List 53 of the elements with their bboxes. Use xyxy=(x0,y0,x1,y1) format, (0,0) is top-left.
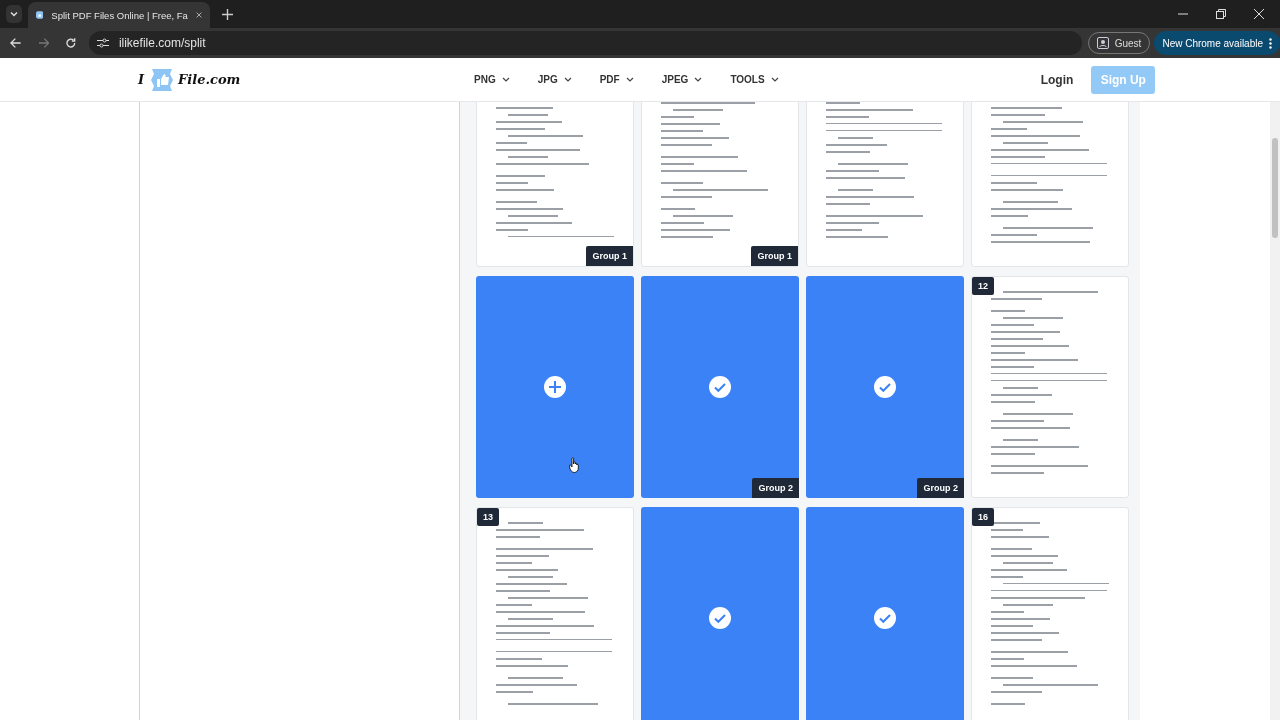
site-settings-icon[interactable] xyxy=(96,38,109,48)
group-badge: Group 1 xyxy=(586,246,633,266)
page-number-badge: 12 xyxy=(972,277,994,295)
checkmark-icon xyxy=(874,376,896,398)
reload-icon[interactable] xyxy=(65,37,77,49)
checkmark-icon xyxy=(709,376,731,398)
selected-page-card[interactable]: Group 2 xyxy=(806,276,964,498)
forward-icon[interactable] xyxy=(37,37,50,49)
new-tab-icon[interactable] xyxy=(222,8,233,20)
nav-menu-item[interactable]: JPG xyxy=(537,74,572,85)
more-icon xyxy=(1269,37,1272,49)
selected-page-card[interactable]: Group 2 xyxy=(641,276,799,498)
hand-cursor-icon xyxy=(569,457,581,473)
close-icon[interactable] xyxy=(195,10,202,20)
person-icon xyxy=(1096,37,1109,49)
chevron-down-icon xyxy=(501,77,510,82)
plus-icon[interactable] xyxy=(544,376,566,398)
tab-list-button[interactable] xyxy=(6,5,22,23)
chevron-down-icon xyxy=(625,77,634,82)
nav-menu-item[interactable]: PDF xyxy=(599,74,634,85)
favicon-icon xyxy=(36,9,44,21)
update-button[interactable]: New Chrome available xyxy=(1154,31,1280,55)
group-badge: Group 2 xyxy=(752,478,799,498)
page-card[interactable]: 16 xyxy=(971,507,1129,720)
address-field[interactable]: ilikefile.com/split xyxy=(88,31,1082,55)
login-link[interactable]: Login xyxy=(1040,72,1074,87)
page-number-badge: 16 xyxy=(972,508,994,526)
scrollbar[interactable] xyxy=(1270,102,1280,720)
page-card[interactable]: Group 1 xyxy=(641,102,799,267)
page-number-badge: 13 xyxy=(477,508,499,526)
chevron-down-icon xyxy=(770,77,779,82)
restore-icon[interactable] xyxy=(1216,9,1226,19)
nav-menu-item[interactable]: PNG xyxy=(474,74,510,85)
nav-menu-item[interactable]: JPEG xyxy=(661,74,703,85)
chevron-down-icon xyxy=(694,77,703,82)
group-badge: Group 1 xyxy=(751,246,798,266)
page-card[interactable]: Group 1 xyxy=(476,102,634,267)
chevron-down-icon xyxy=(563,77,572,82)
nav-menu-item[interactable]: TOOLS xyxy=(730,74,779,85)
checkmark-icon xyxy=(874,607,896,629)
chevron-down-icon xyxy=(9,9,19,19)
group-badge: Group 2 xyxy=(917,478,964,498)
back-icon[interactable] xyxy=(10,37,22,49)
page-card[interactable] xyxy=(971,102,1129,267)
page-card[interactable]: 12 xyxy=(971,276,1129,498)
logo-text: I xyxy=(138,72,145,87)
tab-title: Split PDF Files Online | Free, Fa xyxy=(51,9,188,21)
page-card[interactable]: 13 xyxy=(476,507,634,720)
checkmark-icon xyxy=(709,607,731,629)
close-icon[interactable] xyxy=(1254,9,1264,19)
logo-text: File.com xyxy=(178,72,241,87)
browser-tab[interactable]: Split PDF Files Online | Free, Fa xyxy=(28,2,210,28)
page-card[interactable] xyxy=(806,102,964,267)
